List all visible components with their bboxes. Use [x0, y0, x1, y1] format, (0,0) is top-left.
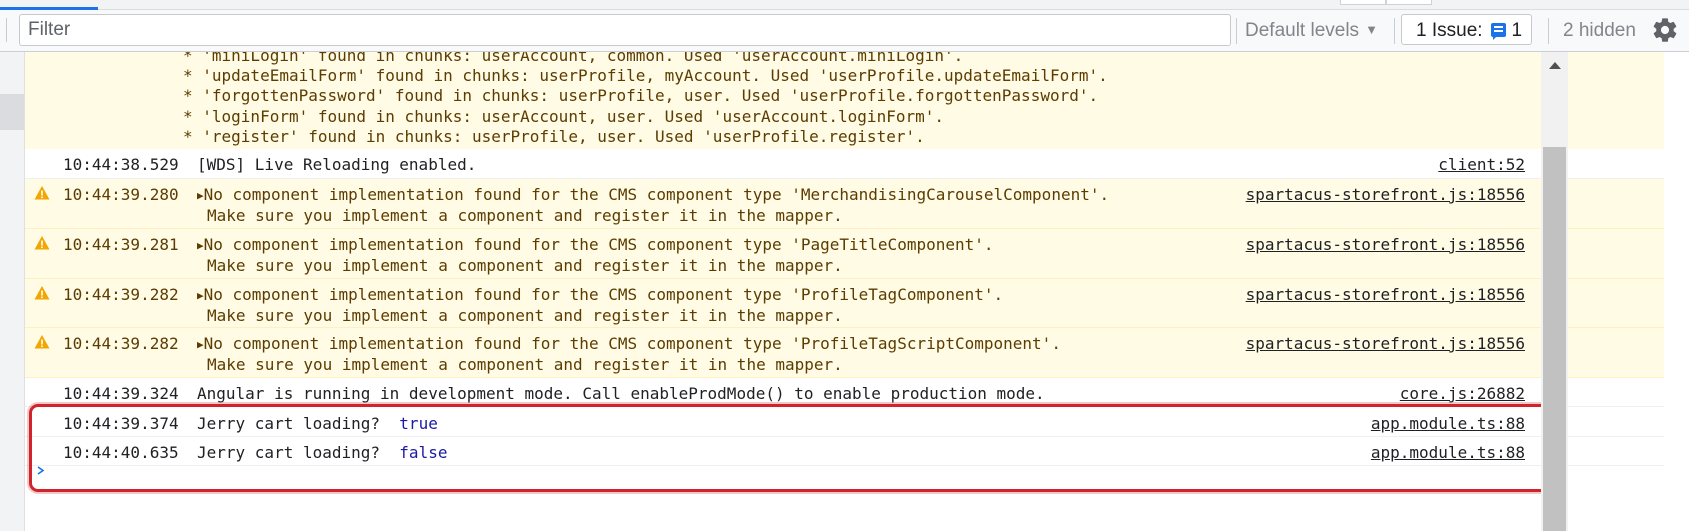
warning-row: 10:44:39.282 ▶No component implementatio…: [25, 328, 1664, 378]
toolbar-divider: [1394, 18, 1395, 44]
dropdown-caret-icon: ▼: [1365, 22, 1378, 37]
toolbar-divider: [1548, 18, 1549, 44]
issue-message-icon: [1490, 23, 1506, 40]
warning-icon: [34, 286, 50, 300]
expand-triangle-icon[interactable]: ▶: [197, 189, 204, 202]
tab-stub[interactable]: [1340, 0, 1386, 5]
issues-count: 1: [1511, 20, 1523, 41]
expand-triangle-icon[interactable]: ▶: [197, 239, 204, 252]
timestamp: 10:44:38.529: [63, 155, 179, 174]
source-link[interactable]: client:52: [1438, 154, 1525, 175]
timestamp: 10:44:39.280: [63, 185, 179, 204]
tab-stub[interactable]: [1386, 0, 1432, 5]
timestamp: 10:44:39.324: [63, 384, 179, 403]
scroll-up-arrow-icon[interactable]: [1549, 62, 1561, 69]
issues-button[interactable]: 1 Issue: 1: [1401, 14, 1532, 45]
console-scrollbar[interactable]: [1541, 52, 1568, 531]
expand-triangle-icon[interactable]: ▶: [197, 289, 204, 302]
toolbar-divider: [6, 18, 7, 42]
warning-icon: [34, 335, 50, 349]
log-message-detail: Make sure you implement a component and …: [207, 206, 843, 225]
warning-row: 10:44:39.280 ▶No component implementatio…: [25, 179, 1664, 229]
log-message[interactable]: ▶No component implementation found for t…: [197, 234, 994, 256]
source-link[interactable]: spartacus-storefront.js:18556: [1246, 234, 1525, 255]
scroll-thumb[interactable]: [1543, 147, 1566, 531]
preamble-line: * 'loginForm' found in chunks: userAccou…: [183, 107, 944, 126]
timestamp: 10:44:39.282: [63, 285, 179, 304]
filter-input[interactable]: [19, 14, 1231, 46]
log-message[interactable]: ▶No component implementation found for t…: [197, 284, 1003, 306]
toolbar-divider: [1236, 18, 1237, 44]
console-toolbar: Default levels ▼ 1 Issue: 1 2 hidden: [0, 10, 1689, 52]
log-row: 10:44:39.324 Angular is running in devel…: [25, 378, 1664, 407]
sidebar-toggle[interactable]: [0, 94, 24, 130]
log-message: [WDS] Live Reloading enabled.: [197, 155, 477, 174]
log-message-detail: Make sure you implement a component and …: [207, 256, 843, 275]
preamble-line: * 'forgottenPassword' found in chunks: u…: [183, 86, 1099, 105]
issues-label: 1 Issue:: [1416, 20, 1483, 41]
log-message: Angular is running in development mode. …: [197, 384, 1045, 403]
preamble-line: * 'updateEmailForm' found in chunks: use…: [183, 66, 1108, 85]
warning-icon: [34, 186, 50, 200]
log-message-detail: Make sure you implement a component and …: [207, 306, 843, 325]
log-message[interactable]: ▶No component implementation found for t…: [197, 184, 1109, 206]
panel-tab-strip: [0, 0, 1689, 10]
log-levels-label: Default levels: [1245, 20, 1360, 41]
preamble-message-block: * 'miniLogin' found in chunks: userAccou…: [25, 52, 1664, 150]
preamble-line: * 'register' found in chunks: userProfil…: [183, 127, 925, 146]
warning-icon: [34, 236, 50, 250]
source-link[interactable]: core.js:26882: [1400, 383, 1525, 404]
gear-icon[interactable]: [1651, 16, 1679, 44]
warning-row: 10:44:39.281 ▶No component implementatio…: [25, 229, 1664, 279]
preamble-line: * 'miniLogin' found in chunks: userAccou…: [183, 52, 964, 65]
source-link[interactable]: spartacus-storefront.js:18556: [1246, 333, 1525, 354]
sidebar-gutter: [0, 52, 25, 531]
hidden-messages-count: 2 hidden: [1563, 20, 1636, 41]
source-link[interactable]: spartacus-storefront.js:18556: [1246, 184, 1525, 205]
timestamp: 10:44:39.282: [63, 334, 179, 353]
log-row: 10:44:38.529 [WDS] Live Reloading enable…: [25, 149, 1664, 179]
log-levels-dropdown[interactable]: Default levels ▼: [1245, 20, 1378, 42]
expand-triangle-icon[interactable]: ▶: [197, 338, 204, 351]
timestamp: 10:44:39.281: [63, 235, 179, 254]
source-link[interactable]: spartacus-storefront.js:18556: [1246, 284, 1525, 305]
log-message-detail: Make sure you implement a component and …: [207, 355, 843, 374]
log-message[interactable]: ▶No component implementation found for t…: [197, 333, 1061, 355]
highlight-annotation: [29, 404, 1554, 492]
warning-row: 10:44:39.282 ▶No component implementatio…: [25, 279, 1664, 328]
